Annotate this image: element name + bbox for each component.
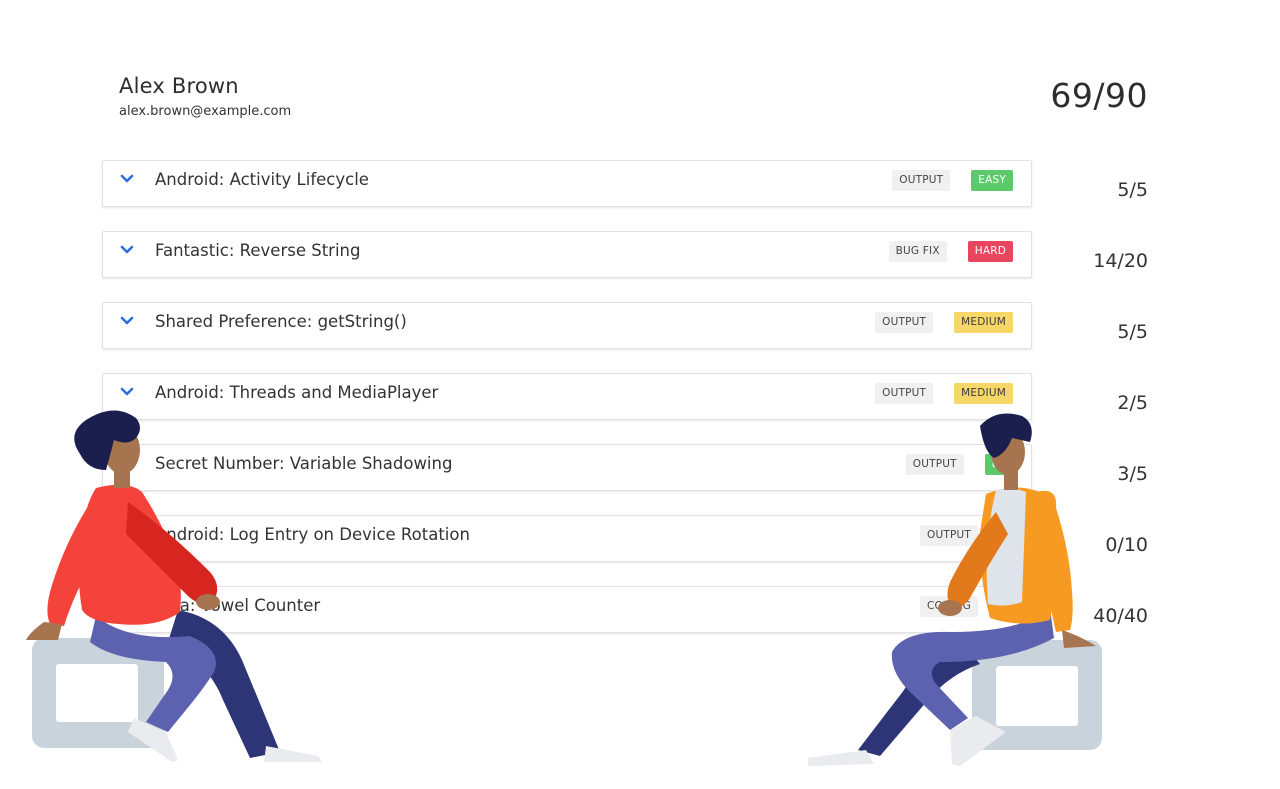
difficulty-tag: HARD [967,241,1013,262]
question-row: Fantastic: Reverse String BUG FIX HARD 1… [102,231,1148,279]
question-score: 14/20 [1093,250,1148,272]
question-type-tag: BUG FIX [888,241,947,262]
question-row: Android: Activity Lifecycle OUTPUT EASY … [102,160,1148,208]
question-type-tag: OUTPUT [875,312,934,333]
question-type-tag: OUTPUT [875,383,934,404]
question-type-tag: OUTPUT [892,170,951,191]
difficulty-tag: EASY [971,170,1013,191]
man-illustration [808,413,1102,766]
question-score: 3/5 [1117,463,1148,485]
total-score: 69/90 [1050,76,1148,115]
question-title: Shared Preference: getString() [155,312,407,331]
chevron-down-icon[interactable] [120,315,134,327]
question-card[interactable]: Fantastic: Reverse String BUG FIX HARD [102,231,1032,278]
question-row: Shared Preference: getString() OUTPUT ME… [102,302,1148,350]
question-title: Android: Threads and MediaPlayer [155,383,439,402]
question-title: Android: Activity Lifecycle [155,170,369,189]
question-score: 2/5 [1117,392,1148,414]
question-score: 5/5 [1117,321,1148,343]
question-title: Fantastic: Reverse String [155,241,361,260]
chevron-down-icon[interactable] [120,173,134,185]
question-card[interactable]: Android: Activity Lifecycle OUTPUT EASY [102,160,1032,207]
question-score: 5/5 [1117,179,1148,201]
chevron-down-icon[interactable] [120,386,134,398]
chevron-down-icon[interactable] [120,244,134,256]
woman-illustration [26,410,322,762]
candidate-email: alex.brown@example.com [119,104,292,119]
difficulty-tag: MEDIUM [954,312,1013,333]
difficulty-tag: MEDIUM [954,383,1013,404]
question-card[interactable]: Shared Preference: getString() OUTPUT ME… [102,302,1032,349]
candidate-name: Alex Brown [119,74,239,98]
question-score: 0/10 [1105,534,1148,556]
